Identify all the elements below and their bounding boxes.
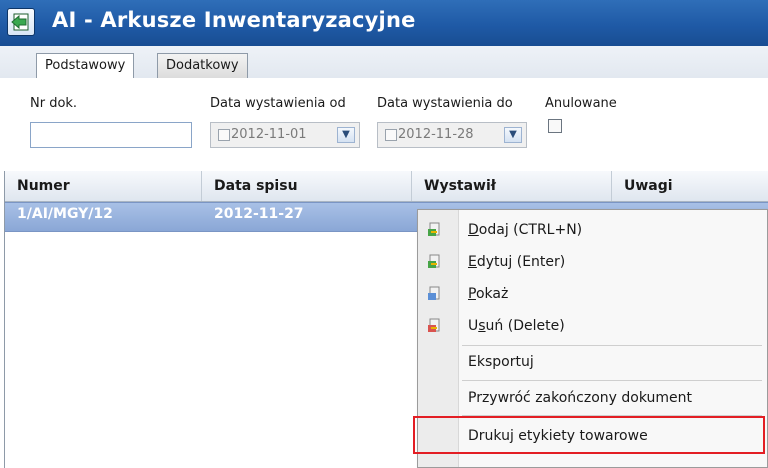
date-to-picker[interactable]: 2012-11-28 ▼ [377,122,527,148]
column-header-numer[interactable]: Numer [5,171,202,201]
title-bar: AI - Arkusze Inwentaryzacyjne [0,0,768,47]
tab-dodatkowy[interactable]: Dodatkowy [157,53,248,78]
menu-item-label: Dodaj (CTRL+N) [468,222,583,238]
window-title: AI - Arkusze Inwentaryzacyjne [52,8,416,32]
menu-item-przywroc[interactable]: Przywróć zakończony dokument [418,382,767,414]
menu-item-label: Drukuj etykiety towarowe [468,428,648,444]
menu-separator [462,380,762,381]
menu-item-dodaj[interactable]: Dodaj (CTRL+N) [418,214,767,246]
back-arrow-icon[interactable] [7,8,35,36]
date-from-picker[interactable]: 2012-11-01 ▼ [210,122,360,148]
nr-dok-input[interactable] [30,122,192,148]
menu-item-drukuj-etykiety[interactable]: Drukuj etykiety towarowe [418,420,767,452]
column-header-data-spisu[interactable]: Data spisu [202,171,412,201]
tab-strip: Podstawowy Dodatkowy [0,46,768,79]
menu-item-label: Edytuj (Enter) [468,254,566,270]
column-header-uwagi[interactable]: Uwagi [612,171,768,201]
date-to-value: 2012-11-28 [398,127,474,142]
grid-header: Numer Data spisu Wystawił Uwagi [5,171,768,202]
menu-item-usun[interactable]: Usuń (Delete) [418,310,767,342]
menu-item-label: Pokaż [468,286,509,302]
menu-item-label: Usuń (Delete) [468,318,565,334]
menu-item-pokaz[interactable]: Pokaż [418,278,767,310]
context-menu: Dodaj (CTRL+N) Edytuj (Enter) Pokaż Usuń… [417,209,768,468]
edit-document-icon [428,254,442,270]
menu-item-label: Przywróć zakończony dokument [468,390,693,406]
delete-document-icon [428,318,442,334]
chevron-down-icon[interactable]: ▼ [504,127,522,143]
tab-podstawowy[interactable]: Podstawowy [36,53,135,79]
date-to-checkbox[interactable] [385,129,397,141]
date-from-checkbox[interactable] [218,129,230,141]
date-to-label: Data wystawienia do [377,96,513,111]
anulowane-label: Anulowane [545,96,617,111]
column-header-wystawil[interactable]: Wystawił [412,171,612,201]
menu-item-label: Eksportuj [468,354,534,370]
view-document-icon [428,286,442,302]
nr-dok-label: Nr dok. [30,96,78,111]
menu-item-edytuj[interactable]: Edytuj (Enter) [418,246,767,278]
anulowane-checkbox[interactable] [548,119,562,133]
date-from-label: Data wystawienia od [210,96,346,111]
add-document-icon [428,222,442,238]
chevron-down-icon[interactable]: ▼ [337,127,355,143]
filter-panel: Nr dok. Data wystawienia od 2012-11-01 ▼… [0,78,768,171]
menu-item-eksportuj[interactable]: Eksportuj [418,346,767,378]
menu-separator [462,415,762,416]
cell-data-spisu: 2012-11-27 [214,206,304,222]
cell-numer: 1/AI/MGY/12 [17,206,113,222]
date-from-value: 2012-11-01 [231,127,307,142]
